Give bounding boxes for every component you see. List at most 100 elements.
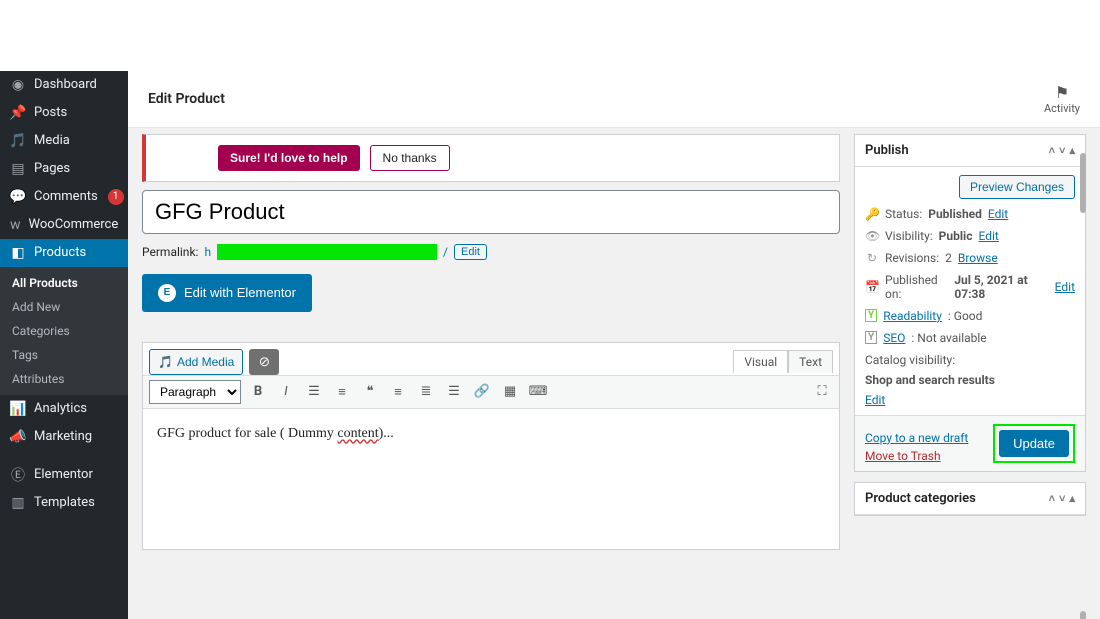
status-edit-link[interactable]: Edit — [988, 207, 1008, 221]
update-button[interactable]: Update — [999, 430, 1069, 457]
sidebar-item-posts[interactable]: 📌 Posts — [0, 99, 128, 127]
link-button[interactable]: 🔗 — [471, 381, 493, 403]
sub-item-tags[interactable]: Tags — [0, 343, 128, 367]
topbar: Edit Product ⚑ Activity — [128, 71, 1100, 128]
content-text2: )... — [379, 426, 394, 441]
fullscreen-button[interactable]: ⛶ — [811, 381, 833, 403]
sidebar-label: Marketing — [34, 429, 92, 444]
quote-button[interactable]: ❝ — [359, 381, 381, 403]
seo-link[interactable]: SEO — [883, 331, 905, 345]
sidebar-label: Pages — [34, 161, 70, 176]
panel-toggle-icon[interactable]: ▴ — [1069, 144, 1075, 157]
visibility-value: Public — [939, 229, 973, 243]
sub-item-add-new[interactable]: Add New — [0, 295, 128, 319]
scrollbar-thumb[interactable] — [1080, 153, 1086, 213]
sidebar-item-dashboard[interactable]: ◉ Dashboard — [0, 71, 128, 99]
add-media-label: Add Media — [177, 355, 234, 369]
panel-down-icon[interactable]: ˅ — [1059, 144, 1065, 157]
sidebar-item-analytics[interactable]: 📊 Analytics — [0, 395, 128, 423]
published-edit-link[interactable]: Edit — [1055, 280, 1075, 294]
revisions-browse-link[interactable]: Browse — [958, 251, 998, 265]
product-title-input[interactable] — [142, 190, 840, 234]
gravity-forms-button[interactable]: ⊘ — [249, 349, 279, 375]
revisions-label: Revisions: — [885, 251, 939, 265]
yoast-seo-icon: Y — [865, 331, 877, 344]
permalink-row: Permalink: h/ Edit — [142, 242, 840, 266]
published-label: Published on: — [885, 273, 948, 301]
catalog-edit-link[interactable]: Edit — [865, 393, 1075, 407]
tab-visual[interactable]: Visual — [733, 350, 788, 373]
panel-toggle-icon[interactable]: ▴ — [1069, 492, 1075, 505]
sidebar-submenu: All Products Add New Categories Tags Att… — [0, 267, 128, 395]
editor-content-area[interactable]: GFG product for sale ( Dummy content)... — [143, 409, 839, 549]
status-value: Published — [928, 207, 982, 221]
copy-to-draft-link[interactable]: Copy to a new draft — [865, 431, 968, 445]
sub-item-all-products[interactable]: All Products — [0, 271, 128, 295]
sidebar-item-marketing[interactable]: 📣 Marketing — [0, 423, 128, 451]
survey-notice: Sure! I'd love to help No thanks — [142, 134, 840, 182]
activity-label: Activity — [1044, 102, 1080, 115]
readability-link[interactable]: Readability — [883, 309, 942, 323]
panel-down-icon[interactable]: ˅ — [1059, 492, 1065, 505]
activity-button[interactable]: ⚑ Activity — [1044, 83, 1080, 115]
toolbar-toggle-button[interactable]: ⌨ — [527, 381, 549, 403]
ul-button[interactable]: ☰ — [303, 381, 325, 403]
dashboard-icon: ◉ — [10, 77, 26, 93]
visibility-edit-link[interactable]: Edit — [978, 229, 998, 243]
comments-icon: 💬 — [10, 189, 26, 205]
sidebar-label: Templates — [34, 495, 95, 510]
media-icon: 🎵 — [158, 355, 173, 369]
preview-changes-button[interactable]: Preview Changes — [959, 175, 1075, 199]
content-spell: content — [337, 426, 378, 441]
align-left-button[interactable]: ≡ — [387, 381, 409, 403]
move-to-trash-link[interactable]: Move to Trash — [865, 449, 968, 463]
scrollbar-thumb[interactable] — [1080, 611, 1086, 619]
permalink-edit-button[interactable]: Edit — [454, 244, 487, 260]
edit-with-elementor-button[interactable]: E Edit with Elementor — [142, 274, 312, 312]
align-center-button[interactable]: ≣ — [415, 381, 437, 403]
products-icon: ◧ — [10, 245, 26, 261]
readability-value: : Good — [948, 309, 983, 323]
more-button[interactable]: ▦ — [499, 381, 521, 403]
italic-button[interactable]: I — [275, 381, 297, 403]
sidebar-item-templates[interactable]: ▥ Templates — [0, 489, 128, 517]
sidebar-label: Media — [34, 133, 70, 148]
ol-button[interactable]: ≡ — [331, 381, 353, 403]
key-icon: 🔑 — [865, 207, 879, 221]
calendar-icon: 📅 — [865, 280, 879, 294]
sidebar-label: Products — [34, 245, 86, 260]
add-media-button[interactable]: 🎵 Add Media — [149, 349, 243, 375]
sidebar-label: Analytics — [34, 401, 87, 416]
sidebar-item-media[interactable]: 🎵 Media — [0, 127, 128, 155]
format-select[interactable]: Paragraph — [149, 380, 241, 404]
elementor-icon: Ⓔ — [10, 467, 26, 483]
eye-icon: 👁 — [865, 229, 879, 243]
bold-button[interactable]: B — [247, 381, 269, 403]
sidebar-item-elementor[interactable]: Ⓔ Elementor — [0, 461, 128, 489]
sidebar-item-pages[interactable]: ▤ Pages — [0, 155, 128, 183]
woo-icon: w — [10, 217, 21, 233]
permalink-suffix: / — [443, 245, 448, 259]
admin-sidebar: ◉ Dashboard 📌 Posts 🎵 Media ▤ Pages 💬 Co… — [0, 71, 128, 619]
revisions-value: 2 — [945, 251, 952, 265]
content-editor: 🎵 Add Media ⊘ Visual Text — [142, 342, 840, 550]
decline-survey-button[interactable]: No thanks — [370, 145, 450, 171]
sidebar-item-comments[interactable]: 💬 Comments 1 — [0, 183, 128, 211]
page-title: Edit Product — [148, 91, 225, 107]
sidebar-item-woocommerce[interactable]: w WooCommerce — [0, 211, 128, 239]
panel-up-icon[interactable]: ˄ — [1049, 492, 1055, 505]
accept-survey-button[interactable]: Sure! I'd love to help — [218, 145, 360, 171]
sub-item-categories[interactable]: Categories — [0, 319, 128, 343]
media-icon: 🎵 — [10, 133, 26, 149]
sidebar-label: Comments — [34, 189, 98, 204]
panel-up-icon[interactable]: ˄ — [1049, 144, 1055, 157]
templates-icon: ▥ — [10, 495, 26, 511]
align-right-button[interactable]: ☰ — [443, 381, 465, 403]
elementor-button-label: Edit with Elementor — [184, 285, 296, 300]
published-value: Jul 5, 2021 at 07:38 — [954, 273, 1048, 301]
forms-icon: ⊘ — [259, 354, 270, 370]
sub-item-attributes[interactable]: Attributes — [0, 367, 128, 391]
sidebar-item-products[interactable]: ◧ Products — [0, 239, 128, 267]
tab-text[interactable]: Text — [788, 350, 833, 373]
editor-toolbar: Paragraph B I ☰ ≡ ❝ ≡ ≣ ☰ 🔗 ▦ — [143, 375, 839, 409]
